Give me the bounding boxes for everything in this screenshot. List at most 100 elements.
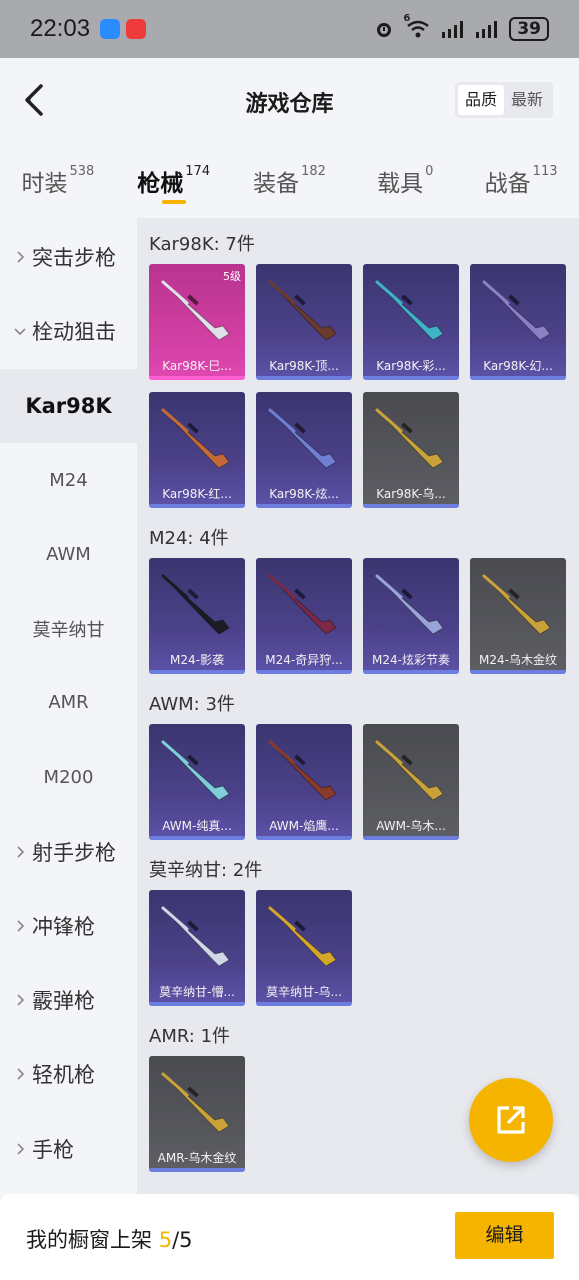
weapon-grid: Kar98K: 7件 5级 Kar98K-巳... Kar98K-顶... Kar98K… <box>137 218 579 1194</box>
sidebar-item[interactable]: Kar98K <box>0 368 137 443</box>
rarity-bar <box>149 670 245 674</box>
share-external-icon <box>497 1106 525 1134</box>
group-title: AMR: 1件 <box>149 1026 231 1047</box>
sidebar-item-label: M200 <box>43 766 94 788</box>
showcase-bar: 我的橱窗上架 5/5 编辑 <box>0 1194 579 1280</box>
weapon-card[interactable]: AWM-乌木... <box>363 724 459 840</box>
weapon-card[interactable]: M24-乌木金纹 <box>470 558 566 674</box>
sidebar-item-label: 冲锋枪 <box>32 914 95 939</box>
showcase-current: 5 <box>158 1228 173 1252</box>
edit-button[interactable]: 编辑 <box>455 1212 554 1259</box>
message-app-icon <box>100 19 121 39</box>
sidebar-item[interactable]: 射手步枪 <box>0 814 137 888</box>
weapon-card-label: AWM-焰鹰... <box>269 819 339 833</box>
share-button[interactable] <box>469 1078 553 1162</box>
weapon-card[interactable]: M24-影袭 <box>149 558 245 674</box>
sidebar-item-label: 射手步枪 <box>32 840 116 865</box>
rifle-icon <box>268 740 337 801</box>
chevron-right-icon <box>17 1068 25 1080</box>
status-icons: 6 39 <box>373 13 549 41</box>
sidebar-item[interactable]: M24 <box>0 443 137 517</box>
sidebar-item[interactable]: AMR <box>0 666 137 740</box>
sidebar-item-label: AWM <box>46 543 91 565</box>
rarity-bar <box>363 836 459 840</box>
rifle-icon <box>268 906 337 967</box>
rifle-icon <box>375 574 444 635</box>
rarity-bar <box>256 376 352 380</box>
weapon-card-label: AWM-纯真... <box>162 819 232 833</box>
chevron-down-icon <box>14 328 26 336</box>
sort-toggle[interactable]: 品质 最新 <box>454 82 553 118</box>
sort-by-quality[interactable]: 品质 <box>457 85 504 115</box>
weapon-card[interactable]: 莫辛纳甘-懵... <box>149 890 245 1006</box>
weapon-card[interactable]: M24-炫彩节奏 <box>363 558 459 674</box>
tab-label: 战备 <box>484 171 531 197</box>
weapon-card[interactable]: 5级 Kar98K-巳... <box>149 264 245 380</box>
rarity-bar <box>470 376 566 380</box>
tab-supplies[interactable]: 战备 113 <box>463 150 579 212</box>
weapon-card[interactable]: 莫辛纳甘-乌... <box>256 890 352 1006</box>
sidebar-item[interactable]: 轻机枪 <box>0 1037 137 1111</box>
sidebar-item[interactable]: 栓动狙击 <box>0 294 137 368</box>
sidebar-item[interactable]: 突击步枪 <box>0 220 137 294</box>
weapon-card-label: Kar98K-炫... <box>269 487 339 501</box>
tab-count: 538 <box>69 164 95 179</box>
sidebar-item-label: Kar98K <box>25 393 112 418</box>
chevron-right-icon <box>17 845 25 858</box>
weapon-card-label: Kar98K-巳... <box>162 359 232 373</box>
rarity-bar <box>363 504 459 508</box>
sidebar-item[interactable]: 莫辛纳甘 <box>0 591 137 665</box>
rarity-bar <box>149 504 245 508</box>
sidebar-item[interactable]: M200 <box>0 740 137 814</box>
rarity-bar <box>363 376 459 380</box>
showcase-total: /5 <box>172 1228 193 1252</box>
tab-weapons[interactable]: 枪械 174 <box>116 150 232 212</box>
weapon-card[interactable]: AMR-乌木金纹 <box>149 1056 245 1172</box>
group-title: AWM: 3件 <box>149 694 235 715</box>
showcase-label: 我的橱窗上架 <box>26 1228 152 1252</box>
weapon-card[interactable]: Kar98K-彩... <box>363 264 459 380</box>
sidebar-item-label: 莫辛纳甘 <box>32 619 105 641</box>
group-title: M24: 4件 <box>149 528 229 549</box>
rarity-bar <box>149 1168 245 1172</box>
weapon-card[interactable]: Kar98K-红... <box>149 392 245 508</box>
sidebar-item[interactable]: 冲锋枪 <box>0 889 137 963</box>
sort-by-newest[interactable]: 最新 <box>504 85 550 115</box>
sidebar-item-label: 突击步枪 <box>32 246 116 271</box>
tab-label: 枪械 <box>137 171 184 197</box>
rifle-icon <box>268 408 337 469</box>
category-tabs: 时装 538 枪械 174 装备 182 载具 0 战备 113 <box>0 150 579 212</box>
rifle-icon <box>161 280 230 341</box>
tab-fashion[interactable]: 时装 538 <box>0 150 116 212</box>
wifi-6-icon: 6 <box>403 13 431 39</box>
sidebar-item-label: 轻机枪 <box>32 1063 95 1088</box>
alarm-icon <box>377 23 392 37</box>
tab-label: 时装 <box>21 171 68 197</box>
rifle-icon <box>375 408 444 469</box>
weapon-card[interactable]: AWM-焰鹰... <box>256 724 352 840</box>
tab-equipment[interactable]: 装备 182 <box>232 150 348 212</box>
rifle-icon <box>482 574 551 635</box>
header: 游戏仓库 品质 最新 <box>0 58 579 144</box>
tab-count: 113 <box>532 164 558 179</box>
weapon-card[interactable]: M24-奇异狩... <box>256 558 352 674</box>
weapon-card[interactable]: Kar98K-顶... <box>256 264 352 380</box>
status-bar: 22:03 6 39 <box>0 0 579 58</box>
sidebar-item[interactable]: 霰弹枪 <box>0 963 137 1037</box>
rarity-bar <box>149 1002 245 1006</box>
weapon-card-label: Kar98K-顶... <box>269 359 339 373</box>
tab-count: 182 <box>301 164 326 179</box>
weapon-card[interactable]: Kar98K-炫... <box>256 392 352 508</box>
weapon-card-label: 莫辛纳甘-乌... <box>266 985 342 999</box>
weapon-card[interactable]: Kar98K-幻... <box>470 264 566 380</box>
sidebar-item[interactable]: 手枪 <box>0 1112 137 1186</box>
rarity-bar <box>470 670 566 674</box>
chevron-right-icon <box>17 994 25 1006</box>
sidebar-item[interactable]: AWM <box>0 517 137 591</box>
rifle-icon <box>375 280 444 341</box>
chevron-right-icon <box>17 1143 25 1155</box>
weapon-card[interactable]: AWM-纯真... <box>149 724 245 840</box>
rarity-bar <box>149 376 245 380</box>
weapon-card[interactable]: Kar98K-乌... <box>363 392 459 508</box>
tab-vehicles[interactable]: 载具 0 <box>347 150 463 212</box>
